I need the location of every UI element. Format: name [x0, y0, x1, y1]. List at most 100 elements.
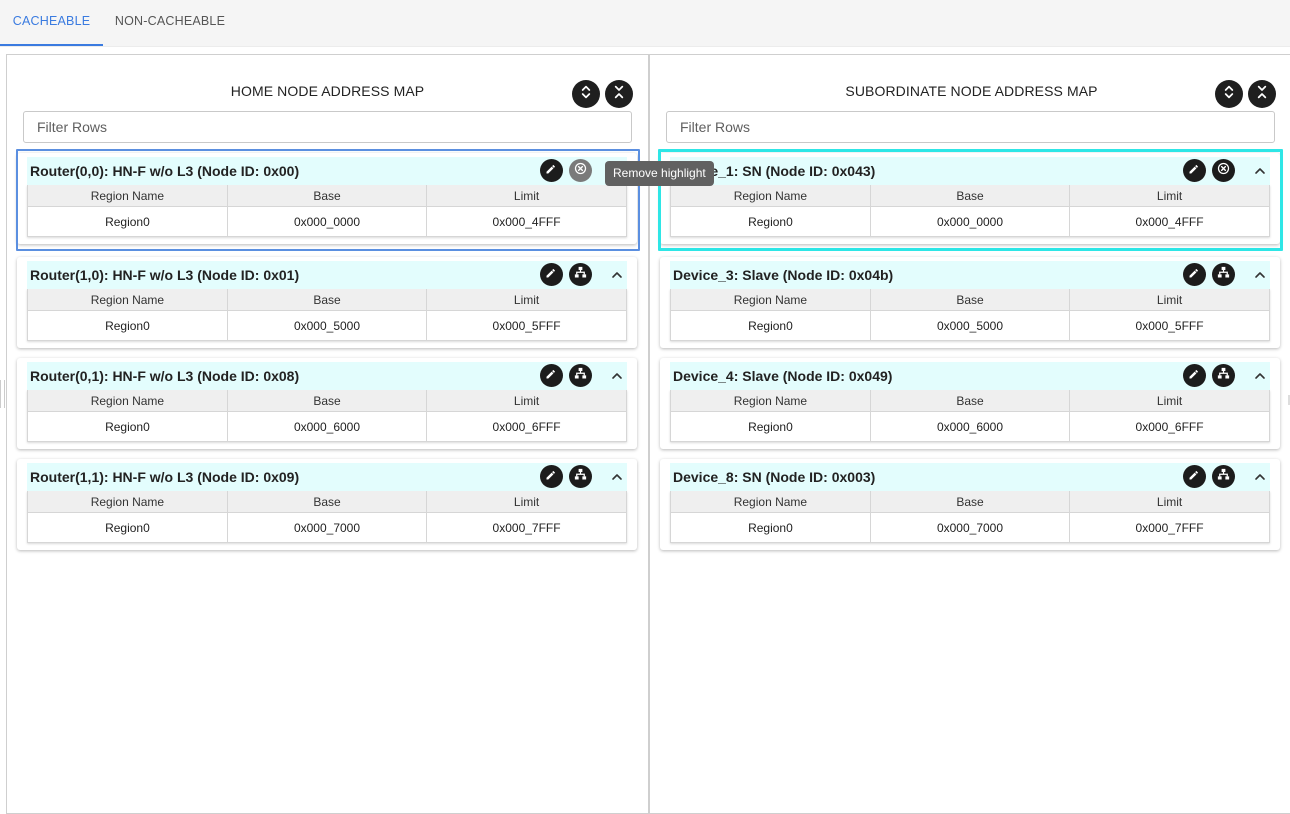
- filter-rows-input[interactable]: [23, 111, 632, 143]
- pencil-icon: [1187, 265, 1202, 285]
- card-header[interactable]: Router(1,1): HN-F w/o L3 (Node ID: 0x09): [27, 463, 627, 491]
- column-header[interactable]: Region Name: [671, 289, 871, 311]
- highlight-button[interactable]: [1212, 465, 1235, 488]
- limit-cell: 0x000_6FFF: [1069, 411, 1269, 441]
- tab-cacheable[interactable]: CACHEABLE: [0, 0, 103, 46]
- chevron-up-icon: [1252, 270, 1268, 287]
- collapse-toggle[interactable]: [609, 368, 625, 384]
- base-cell: 0x000_5000: [870, 310, 1071, 340]
- base-cell: 0x000_5000: [227, 310, 428, 340]
- table-row[interactable]: Region0 0x000_7000 0x000_7FFF: [671, 512, 1269, 542]
- collapse-toggle[interactable]: [1252, 469, 1268, 485]
- table-row[interactable]: Region0 0x000_5000 0x000_5FFF: [28, 310, 626, 340]
- highlight-button[interactable]: [569, 465, 592, 488]
- limit-cell: 0x000_5FFF: [426, 310, 626, 340]
- collapse-all-button[interactable]: [1248, 80, 1276, 108]
- column-header[interactable]: Base: [227, 289, 428, 311]
- highlight-outline-home: [16, 149, 640, 251]
- table-row[interactable]: Region0 0x000_7000 0x000_7FFF: [28, 512, 626, 542]
- highlight-outline-subordinate: [658, 149, 1283, 251]
- region-name-cell: Region0: [28, 310, 228, 340]
- hierarchy-icon: [1216, 366, 1231, 386]
- highlight-button[interactable]: [1212, 263, 1235, 286]
- column-header[interactable]: Region Name: [28, 289, 228, 311]
- column-header[interactable]: Base: [870, 390, 1071, 412]
- column-header[interactable]: Region Name: [671, 390, 871, 412]
- collapse-toggle[interactable]: [1252, 267, 1268, 283]
- card-header[interactable]: Router(1,0): HN-F w/o L3 (Node ID: 0x01): [27, 261, 627, 289]
- hierarchy-icon: [1216, 467, 1231, 487]
- column-header[interactable]: Limit: [1069, 390, 1269, 412]
- collapse-all-button[interactable]: [605, 80, 633, 108]
- edit-button[interactable]: [540, 364, 563, 387]
- card-header[interactable]: Device_8: SN (Node ID: 0x003): [670, 463, 1270, 491]
- hierarchy-icon: [573, 366, 588, 386]
- unfold-less-icon: [1254, 84, 1270, 105]
- region-name-cell: Region0: [671, 512, 871, 542]
- base-cell: 0x000_6000: [227, 411, 428, 441]
- card-header[interactable]: Router(0,1): HN-F w/o L3 (Node ID: 0x08): [27, 362, 627, 390]
- expand-all-button[interactable]: [1215, 80, 1243, 108]
- chevron-up-icon: [1252, 472, 1268, 489]
- column-header[interactable]: Base: [227, 390, 428, 412]
- card-title: Device_3: Slave (Node ID: 0x04b): [673, 267, 894, 283]
- column-header[interactable]: Limit: [426, 289, 626, 311]
- expand-all-button[interactable]: [572, 80, 600, 108]
- highlight-button[interactable]: [569, 364, 592, 387]
- node-card: Device_3: Slave (Node ID: 0x04b) Region N…: [660, 257, 1280, 348]
- tab-bar: CACHEABLE NON-CACHEABLE: [0, 0, 1290, 47]
- column-header[interactable]: Base: [870, 289, 1071, 311]
- column-header[interactable]: Base: [227, 491, 428, 513]
- tab-non-cacheable[interactable]: NON-CACHEABLE: [103, 0, 237, 46]
- table-row[interactable]: Region0 0x000_5000 0x000_5FFF: [671, 310, 1269, 340]
- edit-button[interactable]: [1183, 465, 1206, 488]
- collapse-toggle[interactable]: [609, 469, 625, 485]
- node-card: Device_8: SN (Node ID: 0x003) Region Name…: [660, 459, 1280, 550]
- base-cell: 0x000_7000: [227, 512, 428, 542]
- filter-rows-input[interactable]: [666, 111, 1275, 143]
- chevron-up-icon: [1252, 371, 1268, 388]
- region-name-cell: Region0: [671, 411, 871, 441]
- hierarchy-icon: [573, 265, 588, 285]
- column-header[interactable]: Limit: [426, 491, 626, 513]
- chevron-up-icon: [609, 270, 625, 287]
- region-table: Region Name Base Limit Region0 0x000_5000 0x0…: [27, 289, 627, 341]
- chevron-up-icon: [609, 371, 625, 388]
- tooltip: Remove highlight: [605, 161, 714, 186]
- pencil-icon: [544, 265, 559, 285]
- collapse-toggle[interactable]: [1252, 368, 1268, 384]
- panel-title: SUBORDINATE NODE ADDRESS MAP: [845, 83, 1098, 99]
- card-header[interactable]: Device_4: Slave (Node ID: 0x049): [670, 362, 1270, 390]
- base-cell: 0x000_6000: [870, 411, 1071, 441]
- pencil-icon: [1187, 467, 1202, 487]
- edit-button[interactable]: [540, 465, 563, 488]
- column-header[interactable]: Region Name: [28, 390, 228, 412]
- table-row[interactable]: Region0 0x000_6000 0x000_6FFF: [671, 411, 1269, 441]
- region-table: Region Name Base Limit Region0 0x000_7000 0x0…: [27, 491, 627, 543]
- hierarchy-icon: [573, 467, 588, 487]
- column-header[interactable]: Region Name: [28, 491, 228, 513]
- base-cell: 0x000_7000: [870, 512, 1071, 542]
- card-header[interactable]: Device_3: Slave (Node ID: 0x04b): [670, 261, 1270, 289]
- region-name-cell: Region0: [28, 411, 228, 441]
- column-header[interactable]: Limit: [1069, 289, 1269, 311]
- column-header[interactable]: Limit: [426, 390, 626, 412]
- highlight-button[interactable]: [569, 263, 592, 286]
- highlight-button[interactable]: [1212, 364, 1235, 387]
- column-header[interactable]: Base: [870, 491, 1071, 513]
- edit-button[interactable]: [1183, 364, 1206, 387]
- column-header[interactable]: Limit: [1069, 491, 1269, 513]
- card-title: Device_4: Slave (Node ID: 0x049): [673, 368, 893, 384]
- pencil-icon: [1187, 366, 1202, 386]
- chevron-up-icon: [609, 472, 625, 489]
- table-row[interactable]: Region0 0x000_6000 0x000_6FFF: [28, 411, 626, 441]
- panel-title: HOME NODE ADDRESS MAP: [230, 83, 425, 99]
- edit-button[interactable]: [1183, 263, 1206, 286]
- column-header[interactable]: Region Name: [671, 491, 871, 513]
- resize-handle[interactable]: [0, 380, 5, 408]
- unfold-more-icon: [1221, 84, 1237, 105]
- hierarchy-icon: [1216, 265, 1231, 285]
- edit-button[interactable]: [540, 263, 563, 286]
- collapse-toggle[interactable]: [609, 267, 625, 283]
- region-table: Region Name Base Limit Region0 0x000_6000 0x0…: [27, 390, 627, 442]
